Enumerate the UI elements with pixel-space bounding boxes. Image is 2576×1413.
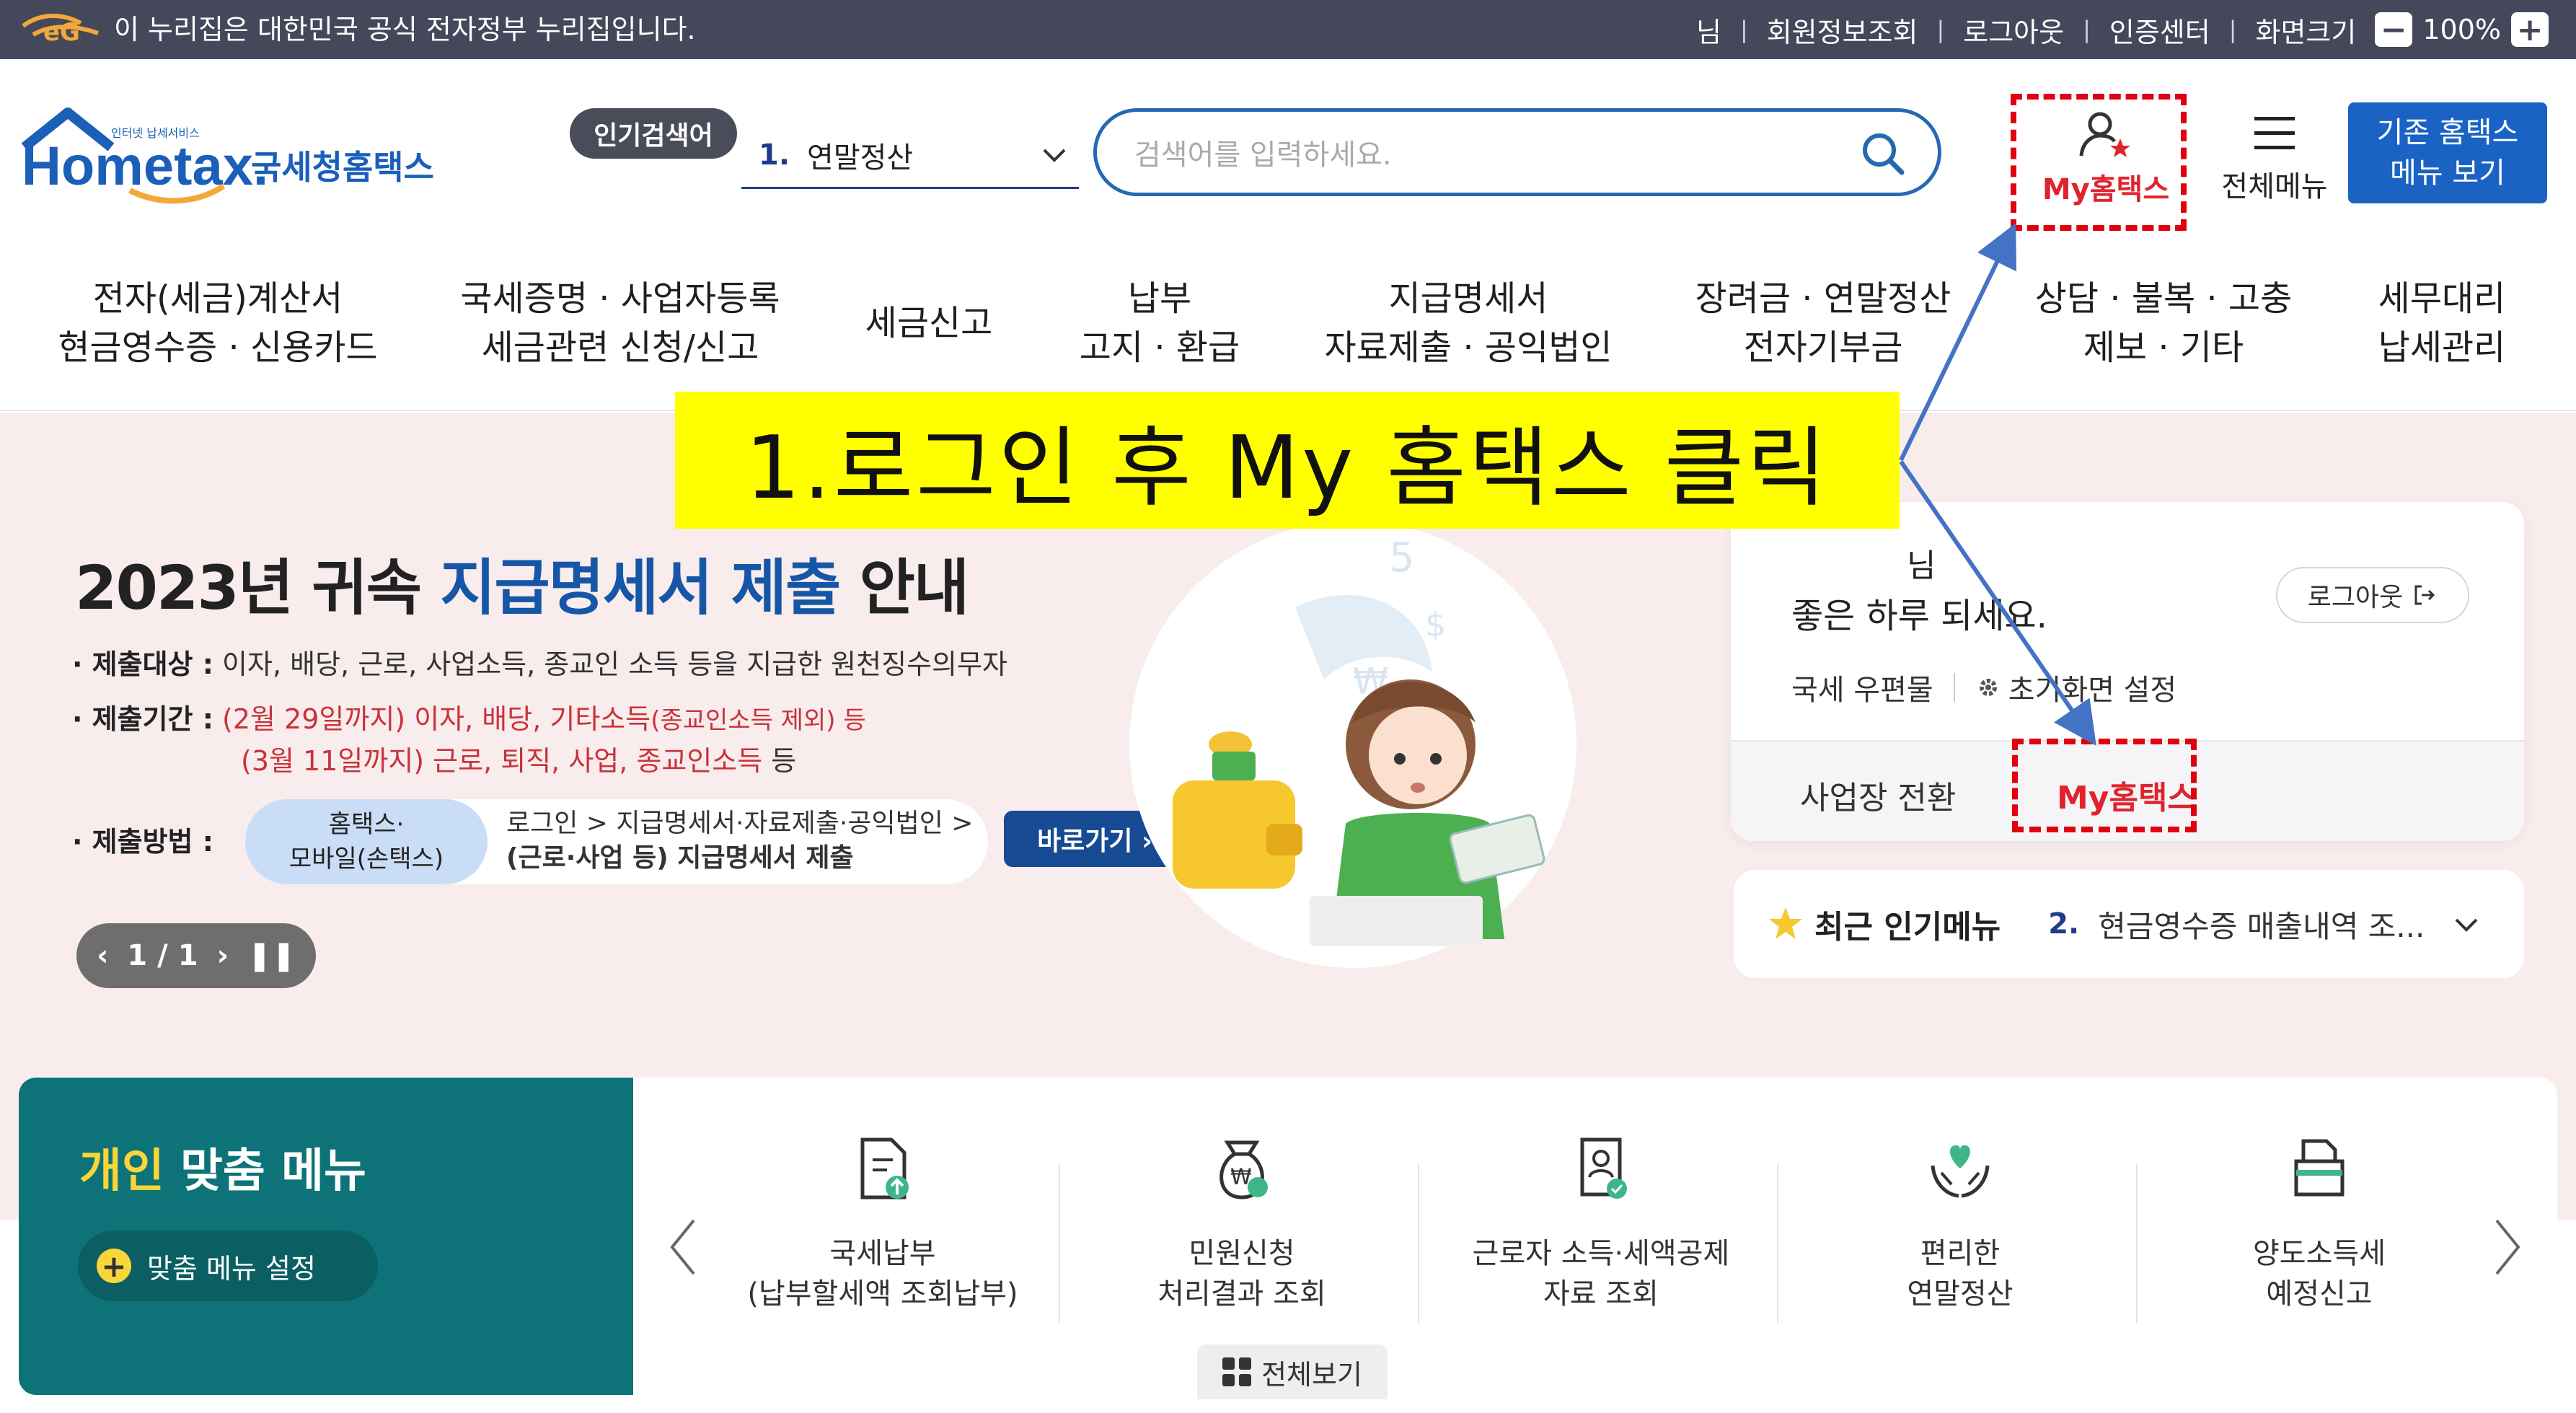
chevron-down-icon	[2455, 918, 2478, 932]
gov-notice-text: 이 누리집은 대한민국 공식 전자정부 누리집입니다.	[114, 14, 696, 45]
gnb-item-einvoice[interactable]: 전자(세금)계산서 현금영수증 · 신용카드	[58, 274, 377, 372]
hero-period-line-2: (3월 11일까지) 근로, 퇴직, 사업, 종교인소득 등	[241, 745, 797, 777]
zoom-out-button[interactable]: −	[2375, 12, 2413, 48]
logo-main-text: Hometax.	[22, 136, 268, 197]
instruction-callout: 1.로그인 후 My 홈택스 클릭	[675, 392, 1900, 529]
legacy-menu-button[interactable]: 기존 홈택스 메뉴 보기	[2348, 102, 2547, 203]
menu-divider	[1777, 1164, 1778, 1323]
grid-icon	[1222, 1357, 1252, 1386]
menu-divider	[2136, 1164, 2138, 1323]
zoom-level: 100%	[2422, 14, 2501, 45]
tax-mailbox-link[interactable]: 국세 우편물	[1791, 666, 1933, 708]
recent-menu-num: 2.	[2048, 907, 2080, 941]
svg-text:5: 5	[1389, 534, 1415, 581]
personal-menu-panel: 개인 맞춤 메뉴 + 맞춤 메뉴 설정	[19, 1078, 633, 1395]
chevron-right-icon[interactable]	[2489, 1215, 2526, 1280]
gnb-item-consult[interactable]: 상담 · 불복 · 고충 제보 · 기타	[2035, 274, 2293, 372]
hero-method-pill: 홈택스· 모바일(손택스)	[245, 799, 488, 884]
hero-method-desc: 로그인 > 지급명세서·자료제출·공익법인 > (근로·사업 등) 지급명세서 제…	[506, 809, 974, 873]
recent-menu-value: 현금영수증 매출내역 조...	[2098, 908, 2425, 944]
egov-logo-icon: eG	[22, 14, 99, 47]
hot-keyword-num: 1.	[759, 138, 790, 172]
switch-business-button[interactable]: 사업장 전환	[1800, 772, 1956, 818]
main-navigation: 전자(세금)계산서 현금영수증 · 신용카드 국세증명 · 사업자등록 세금관련 신…	[0, 245, 2576, 411]
utility-links: 님 | 회원정보조회 | 로그아웃 | 인증센터 | 화면크기 − 100% +	[1696, 10, 2549, 49]
banner-page-count: 1 / 1	[127, 939, 198, 972]
gnb-item-payment-statement[interactable]: 지급명세서 자료제출 · 공익법인	[1324, 274, 1612, 372]
cert-center-link[interactable]: 인증센터	[2109, 10, 2210, 50]
member-info-link[interactable]: 회원정보조회	[1767, 10, 1918, 50]
hero-target-line: · 제출대상 : 이자, 배당, 근로, 사업소득, 종교인 소득 등을 지급한…	[72, 648, 1007, 680]
star-icon	[1769, 907, 1802, 939]
gnb-item-certificates[interactable]: 국세증명 · 사업자등록 세금관련 신청/신고	[460, 274, 780, 372]
chevron-down-icon	[1043, 149, 1066, 162]
chevron-right-icon[interactable]: ›	[217, 939, 229, 972]
custom-menu-setting-button[interactable]: + 맞춤 메뉴 설정	[78, 1231, 378, 1301]
hero-method-label: · 제출방법 :	[72, 826, 213, 858]
svg-text:$: $	[1425, 605, 1446, 644]
highlight-box-mytax-panel	[2012, 739, 2197, 832]
chevron-left-icon[interactable]: ‹	[97, 939, 108, 972]
menu-divider	[1418, 1164, 1419, 1323]
legacy-menu-line1: 기존 홈택스	[2376, 116, 2519, 149]
gear-icon	[1979, 679, 1997, 696]
menu-item-year-end-settlement[interactable]: 편리한 연말정산	[1787, 1132, 2133, 1314]
folder-document-icon	[2294, 1139, 2345, 1197]
hot-keyword-text: 연말정산	[807, 141, 914, 175]
search-placeholder: 검색어를 입력하세요.	[1134, 138, 1392, 172]
plus-icon: +	[97, 1249, 131, 1284]
hot-keyword-select[interactable]: 1. 연말정산	[741, 123, 1079, 189]
all-menu-label: 전체메뉴	[2221, 170, 2328, 203]
document-upload-icon	[860, 1137, 909, 1199]
user-name-suffix: 님	[1907, 547, 1936, 584]
money-bag-icon: ₩	[1219, 1140, 1268, 1199]
gnb-item-payment[interactable]: 납부 고지 · 환급	[1080, 274, 1240, 372]
logout-link[interactable]: 로그아웃	[1963, 10, 2064, 50]
search-icon[interactable]	[1860, 131, 1906, 177]
logout-button[interactable]: 로그아웃	[2276, 567, 2469, 623]
hero-title: 2023년 귀속 지급명세서 제출 안내	[75, 553, 969, 623]
gnb-item-tax-return[interactable]: 세금신고	[865, 299, 993, 348]
zoom-in-button[interactable]: +	[2511, 12, 2549, 48]
pause-icon[interactable]: ❚❚	[247, 939, 296, 972]
menu-item-capital-gains[interactable]: 양도소득세 예정신고	[2146, 1132, 2492, 1314]
svg-text:eG: eG	[43, 18, 80, 47]
hometax-logo[interactable]: 인터넷 납세서비스 Hometax. 국세청홈택스	[21, 107, 454, 208]
personal-menu-list: 국세납부 (납부할세액 조회납부) ₩ 민원신청 처리결과 조회 근로자 소득·…	[633, 1078, 2557, 1395]
highlight-box-mytax-header	[2011, 94, 2187, 231]
hot-keyword-badge: 인기검색어	[570, 108, 737, 159]
init-screen-setting-link[interactable]: 초기화면 설정	[2008, 666, 2177, 708]
personal-menu-title: 개인 맞춤 메뉴	[79, 1145, 366, 1198]
hometax-logo-icon: 인터넷 납세서비스 Hometax. 국세청홈택스	[21, 107, 434, 204]
hero-illustration: 5 $ ₩	[1129, 521, 1576, 968]
menu-item-worker-deduction[interactable]: 근로자 소득·세액공제 자료 조회	[1428, 1132, 1774, 1314]
chevron-left-icon[interactable]	[665, 1215, 701, 1280]
gnb-item-tax-agent[interactable]: 세무대리 납세관리	[2378, 274, 2506, 372]
user-name-suffix: 님	[1695, 16, 1721, 48]
gov-notice-bar: eG 이 누리집은 대한민국 공식 전자정부 누리집입니다. 님 | 회원정보조…	[0, 0, 2576, 59]
menu-item-tax-payment[interactable]: 국세납부 (납부할세액 조회납부)	[710, 1132, 1056, 1314]
hamburger-menu-icon	[2254, 117, 2295, 149]
view-all-button[interactable]: 전체보기	[1197, 1344, 1388, 1399]
worker-document-icon	[1580, 1137, 1627, 1199]
heart-hands-icon	[1931, 1145, 1990, 1198]
panel-links: 국세 우편물 초기화면 설정	[1791, 666, 2176, 708]
menu-item-civil-request[interactable]: ₩ 민원신청 처리결과 조회	[1069, 1132, 1415, 1314]
legacy-menu-line2: 메뉴 보기	[2390, 157, 2505, 190]
menu-divider	[1059, 1164, 1060, 1323]
banner-pager[interactable]: ‹ 1 / 1 › ❚❚	[76, 923, 316, 988]
recent-menu-title: 최근 인기메뉴	[1814, 909, 2001, 946]
logo-kr-text: 국세청홈택스	[251, 148, 434, 187]
logout-icon	[2414, 585, 2435, 605]
gnb-item-incentive[interactable]: 장려금 · 연말정산 전자기부금	[1695, 274, 1951, 372]
greeting-text: 좋은 하루 되세요.	[1791, 596, 2047, 636]
recent-popular-menu[interactable]: 최근 인기메뉴 2. 현금영수증 매출내역 조...	[1734, 870, 2524, 978]
hero-period-line: · 제출기간 : (2월 29일까지) 이자, 배당, 기타소득(종교인소득 제…	[72, 703, 866, 735]
screen-size-label: 화면크기	[2255, 16, 2357, 48]
all-menu-button[interactable]: 전체메뉴	[2195, 107, 2354, 222]
search-input[interactable]: 검색어를 입력하세요.	[1093, 108, 1941, 196]
